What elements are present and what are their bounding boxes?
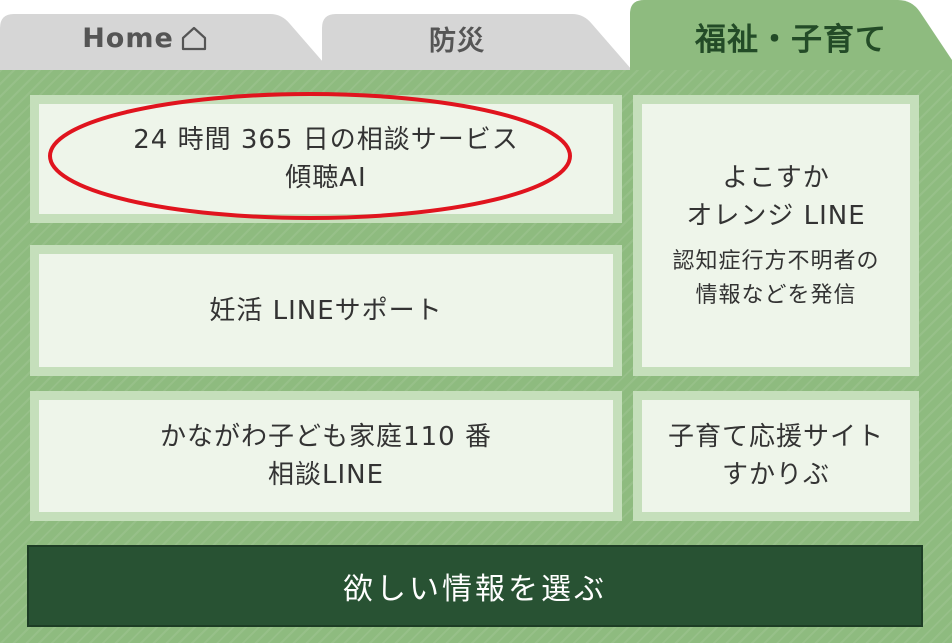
- card-kosodate-site[interactable]: 子育て応援サイト すかりぶ: [633, 391, 919, 521]
- tab-bousai-label: 防災: [429, 25, 485, 57]
- tab-fukushi[interactable]: 福祉・子育て: [630, 0, 952, 72]
- card-orange-title: よこすか: [722, 162, 830, 193]
- content-panel: 24 時間 365 日の相談サービス 傾聴AI 妊活 LINEサポート かながわ…: [0, 70, 952, 643]
- select-info-label: 欲しい情報を選ぶ: [343, 572, 607, 607]
- card-orange-line[interactable]: よこすか オレンジ LINE 認知症行方不明者の 情報などを発信: [633, 95, 919, 376]
- select-info-button[interactable]: 欲しい情報を選ぶ: [27, 545, 923, 627]
- screen: Home 防災 福祉・子育て 24 時間 365 日の相談サービス 傾聴AI 妊…: [0, 0, 952, 643]
- tab-fukushi-label: 福祉・子育て: [695, 21, 887, 58]
- tab-home-label: Home: [82, 22, 174, 54]
- card-orange-title-2: オレンジ LINE: [686, 200, 866, 231]
- card-soudan-title: 24 時間 365 日の相談サービス: [133, 125, 519, 155]
- card-ninkatsu-title: 妊活 LINEサポート: [209, 295, 443, 326]
- card-ninkatsu-line[interactable]: 妊活 LINEサポート: [30, 245, 622, 376]
- card-soudan-subtitle: 傾聴AI: [285, 163, 367, 193]
- card-kosodate-subtitle: すかりぶ: [721, 460, 830, 490]
- card-kanagawa-subtitle: 相談LINE: [267, 460, 385, 490]
- tab-home[interactable]: Home: [0, 0, 330, 70]
- card-soudan-ai[interactable]: 24 時間 365 日の相談サービス 傾聴AI: [30, 95, 622, 223]
- card-kosodate-title: 子育て応援サイト: [667, 422, 884, 452]
- card-kanagawa-soudan[interactable]: かながわ子ども家庭110 番 相談LINE: [30, 391, 622, 521]
- card-orange-desc: 認知症行方不明者の: [672, 248, 880, 274]
- home-icon: [181, 26, 206, 51]
- tab-bousai[interactable]: 防災: [322, 0, 632, 70]
- card-orange-desc-2: 情報などを発信: [695, 282, 857, 308]
- card-kanagawa-title: かながわ子ども家庭110 番: [160, 422, 492, 452]
